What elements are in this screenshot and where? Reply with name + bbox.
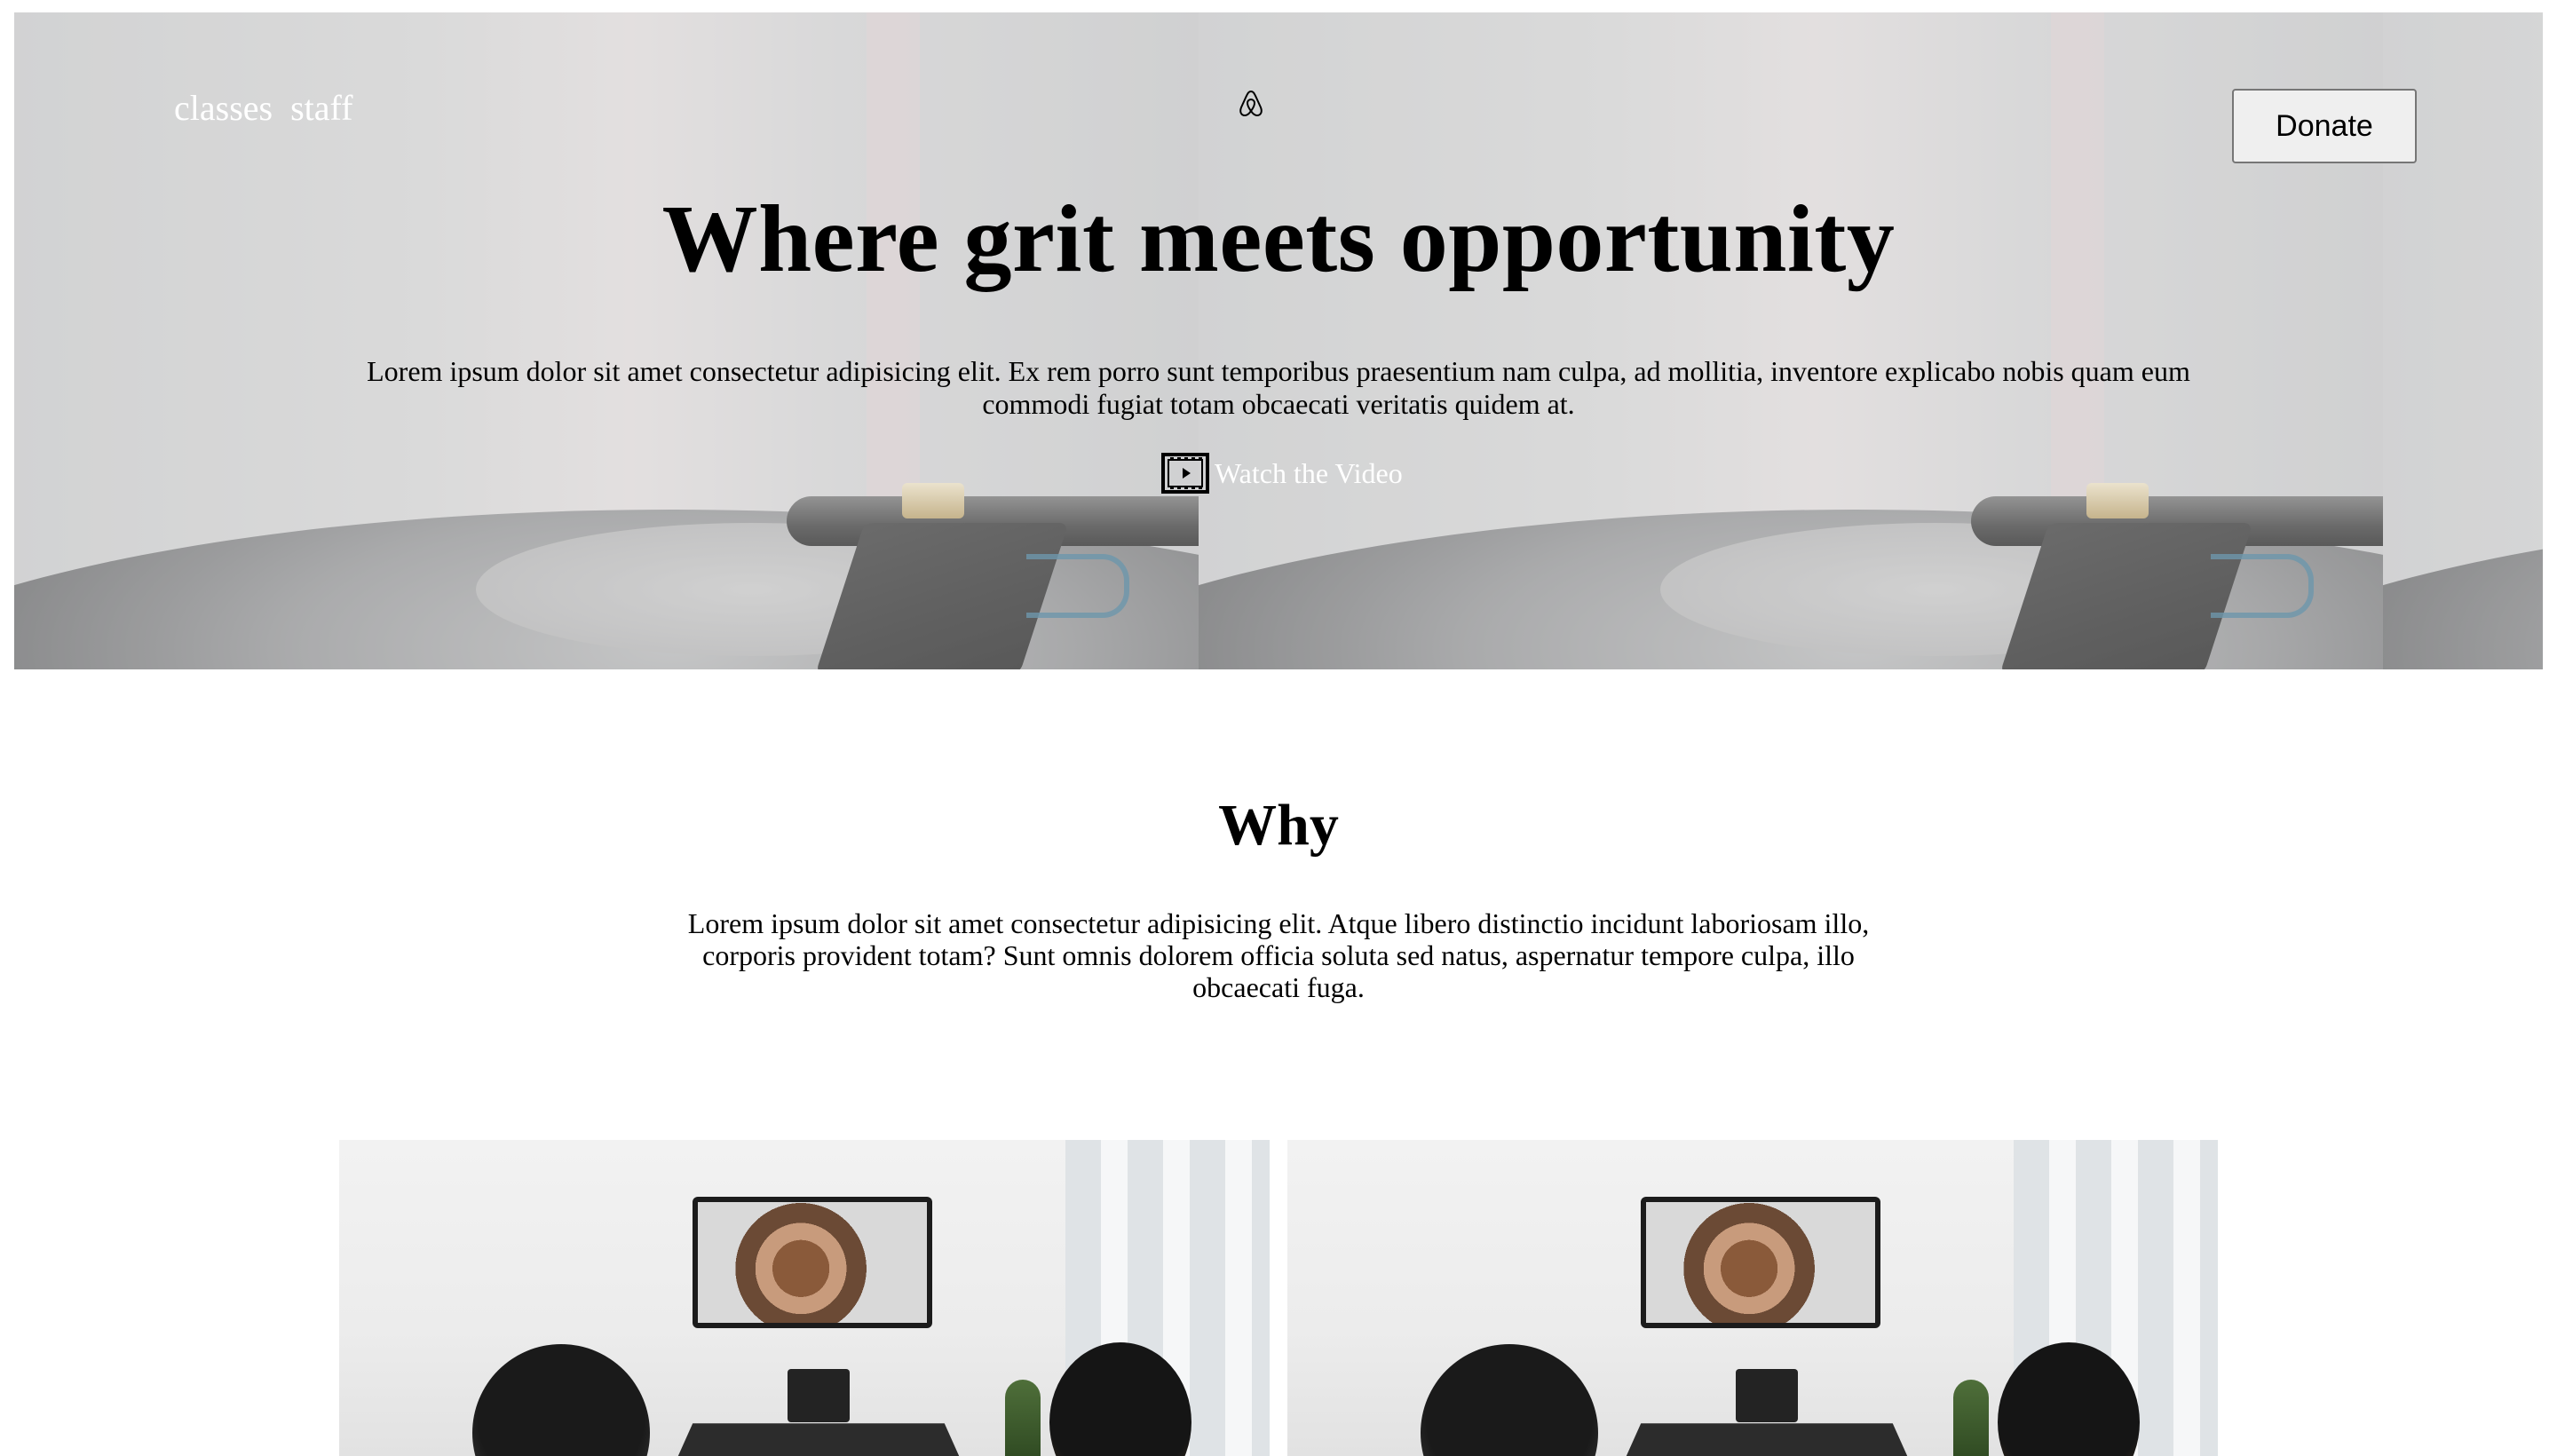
watch-video-label: Watch the Video bbox=[1215, 456, 1403, 489]
airbnb-logo-icon[interactable] bbox=[1238, 89, 1264, 119]
hero-title: Where grit meets opportunity bbox=[661, 186, 1896, 292]
why-heading: Why bbox=[1218, 793, 1339, 858]
main-nav: classes staff bbox=[174, 87, 352, 129]
watch-video-link[interactable]: Watch the Video bbox=[1161, 453, 1403, 494]
donate-button[interactable]: Donate bbox=[2232, 89, 2417, 163]
nav-link-classes[interactable]: classes bbox=[174, 87, 273, 129]
nav-link-staff[interactable]: staff bbox=[290, 87, 352, 129]
meeting-photo bbox=[339, 1140, 1270, 1456]
why-description: Lorem ipsum dolor sit amet consectetur a… bbox=[687, 907, 1870, 1003]
hero-section bbox=[14, 12, 2543, 669]
meeting-photo bbox=[1287, 1140, 2218, 1456]
film-play-icon bbox=[1161, 453, 1209, 494]
hero-description: Lorem ipsum dolor sit amet consectetur a… bbox=[367, 355, 2190, 420]
